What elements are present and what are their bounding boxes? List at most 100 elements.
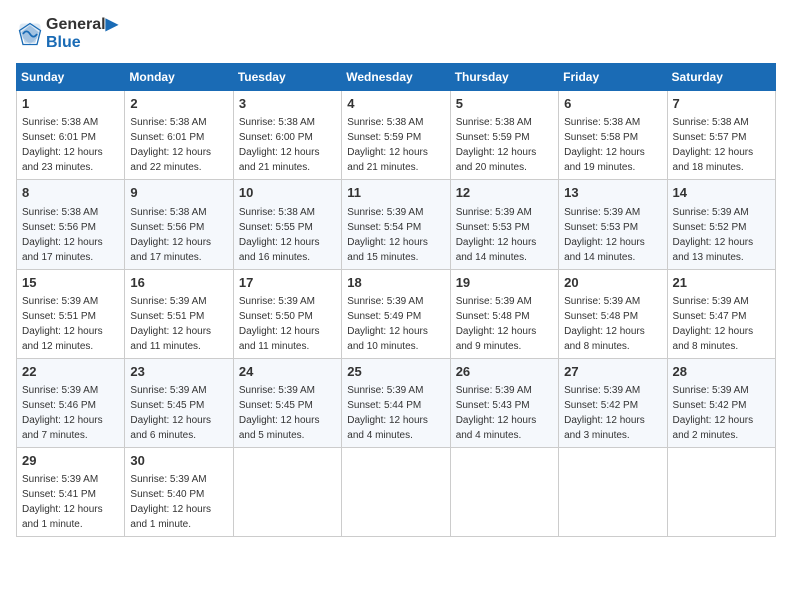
day-number: 25 <box>347 363 444 381</box>
calendar-cell: 30 Sunrise: 5:39 AMSunset: 5:40 PMDayligh… <box>125 447 233 536</box>
day-number: 19 <box>456 274 553 292</box>
calendar-cell: 21 Sunrise: 5:39 AMSunset: 5:47 PMDayligh… <box>667 269 775 358</box>
calendar-cell: 20 Sunrise: 5:39 AMSunset: 5:48 PMDayligh… <box>559 269 667 358</box>
calendar-cell <box>450 447 558 536</box>
day-number: 14 <box>673 184 770 202</box>
calendar-cell: 11Sunrise: 5:39 AMSunset: 5:54 PMDayligh… <box>342 180 450 269</box>
day-info: Sunrise: 5:39 AMSunset: 5:53 PMDaylight:… <box>456 205 553 265</box>
day-number: 21 <box>673 274 770 292</box>
logo-general: General <box>46 16 106 33</box>
calendar-cell: 23 Sunrise: 5:39 AMSunset: 5:45 PMDayligh… <box>125 358 233 447</box>
day-info: Sunrise: 5:39 AMSunset: 5:47 PMDaylight:… <box>673 294 770 354</box>
day-number: 28 <box>673 363 770 381</box>
day-info: Sunrise: 5:39 AMSunset: 5:44 PMDaylight:… <box>347 383 444 443</box>
day-number: 3 <box>239 95 336 113</box>
calendar-cell: 19 Sunrise: 5:39 AMSunset: 5:48 PMDayligh… <box>450 269 558 358</box>
header-saturday: Saturday <box>667 64 775 91</box>
calendar-week-3: 15 Sunrise: 5:39 AMSunset: 5:51 PMDayligh… <box>17 269 776 358</box>
calendar-week-1: 1Sunrise: 5:38 AMSunset: 6:01 PMDaylight… <box>17 91 776 180</box>
day-number: 10 <box>239 184 336 202</box>
day-number: 4 <box>347 95 444 113</box>
day-info: Sunrise: 5:38 AMSunset: 5:56 PMDaylight:… <box>130 205 227 265</box>
day-number: 17 <box>239 274 336 292</box>
day-number: 16 <box>130 274 227 292</box>
calendar-cell <box>233 447 341 536</box>
day-number: 6 <box>564 95 661 113</box>
day-info: Sunrise: 5:39 AMSunset: 5:53 PMDaylight:… <box>564 205 661 265</box>
header-monday: Monday <box>125 64 233 91</box>
day-number: 9 <box>130 184 227 202</box>
header-sunday: Sunday <box>17 64 125 91</box>
logo-icon <box>16 20 44 48</box>
calendar-cell: 24 Sunrise: 5:39 AMSunset: 5:45 PMDayligh… <box>233 358 341 447</box>
calendar-cell <box>342 447 450 536</box>
day-info: Sunrise: 5:39 AMSunset: 5:48 PMDaylight:… <box>564 294 661 354</box>
day-number: 2 <box>130 95 227 113</box>
calendar-cell: 10 Sunrise: 5:38 AMSunset: 5:55 PMDayligh… <box>233 180 341 269</box>
day-number: 22 <box>22 363 119 381</box>
calendar-cell: 12 Sunrise: 5:39 AMSunset: 5:53 PMDayligh… <box>450 180 558 269</box>
calendar-cell: 25 Sunrise: 5:39 AMSunset: 5:44 PMDayligh… <box>342 358 450 447</box>
calendar-cell: 4 Sunrise: 5:38 AMSunset: 5:59 PMDaylight… <box>342 91 450 180</box>
day-info: Sunrise: 5:38 AMSunset: 5:59 PMDaylight:… <box>347 115 444 175</box>
calendar-cell: 8Sunrise: 5:38 AMSunset: 5:56 PMDaylight… <box>17 180 125 269</box>
calendar-cell: 3Sunrise: 5:38 AMSunset: 6:00 PMDaylight… <box>233 91 341 180</box>
day-number: 26 <box>456 363 553 381</box>
day-number: 13 <box>564 184 661 202</box>
calendar-week-4: 22 Sunrise: 5:39 AMSunset: 5:46 PMDayligh… <box>17 358 776 447</box>
day-number: 18 <box>347 274 444 292</box>
day-info: Sunrise: 5:39 AMSunset: 5:40 PMDaylight:… <box>130 472 227 532</box>
header-friday: Friday <box>559 64 667 91</box>
calendar-table: SundayMondayTuesdayWednesdayThursdayFrid… <box>16 63 776 537</box>
day-number: 20 <box>564 274 661 292</box>
day-info: Sunrise: 5:39 AMSunset: 5:50 PMDaylight:… <box>239 294 336 354</box>
day-number: 30 <box>130 452 227 470</box>
day-number: 15 <box>22 274 119 292</box>
day-info: Sunrise: 5:38 AMSunset: 5:55 PMDaylight:… <box>239 205 336 265</box>
day-number: 23 <box>130 363 227 381</box>
day-info: Sunrise: 5:39 AMSunset: 5:45 PMDaylight:… <box>130 383 227 443</box>
day-number: 12 <box>456 184 553 202</box>
calendar-cell: 27 Sunrise: 5:39 AMSunset: 5:42 PMDayligh… <box>559 358 667 447</box>
day-info: Sunrise: 5:38 AMSunset: 5:56 PMDaylight:… <box>22 205 119 265</box>
day-info: Sunrise: 5:39 AMSunset: 5:42 PMDaylight:… <box>673 383 770 443</box>
day-info: Sunrise: 5:39 AMSunset: 5:42 PMDaylight:… <box>564 383 661 443</box>
calendar-body: 1Sunrise: 5:38 AMSunset: 6:01 PMDaylight… <box>17 91 776 537</box>
day-number: 27 <box>564 363 661 381</box>
logo-blue: ▶ <box>106 16 118 33</box>
day-info: Sunrise: 5:39 AMSunset: 5:46 PMDaylight:… <box>22 383 119 443</box>
header-tuesday: Tuesday <box>233 64 341 91</box>
calendar-cell: 1Sunrise: 5:38 AMSunset: 6:01 PMDaylight… <box>17 91 125 180</box>
calendar-cell: 5 Sunrise: 5:38 AMSunset: 5:59 PMDaylight… <box>450 91 558 180</box>
calendar-cell: 2Sunrise: 5:38 AMSunset: 6:01 PMDaylight… <box>125 91 233 180</box>
day-info: Sunrise: 5:39 AMSunset: 5:49 PMDaylight:… <box>347 294 444 354</box>
calendar-cell: 14 Sunrise: 5:39 AMSunset: 5:52 PMDayligh… <box>667 180 775 269</box>
day-info: Sunrise: 5:39 AMSunset: 5:51 PMDaylight:… <box>22 294 119 354</box>
calendar-cell: 7 Sunrise: 5:38 AMSunset: 5:57 PMDaylight… <box>667 91 775 180</box>
logo-blue-text: Blue <box>46 34 118 52</box>
day-info: Sunrise: 5:38 AMSunset: 5:57 PMDaylight:… <box>673 115 770 175</box>
day-number: 24 <box>239 363 336 381</box>
day-number: 7 <box>673 95 770 113</box>
calendar-cell: 18 Sunrise: 5:39 AMSunset: 5:49 PMDayligh… <box>342 269 450 358</box>
calendar-week-5: 29Sunrise: 5:39 AMSunset: 5:41 PMDayligh… <box>17 447 776 536</box>
calendar-cell: 9 Sunrise: 5:38 AMSunset: 5:56 PMDaylight… <box>125 180 233 269</box>
calendar-cell: 26 Sunrise: 5:39 AMSunset: 5:43 PMDayligh… <box>450 358 558 447</box>
day-info: Sunrise: 5:38 AMSunset: 6:01 PMDaylight:… <box>22 115 119 175</box>
day-info: Sunrise: 5:39 AMSunset: 5:45 PMDaylight:… <box>239 383 336 443</box>
calendar-cell: 6Sunrise: 5:38 AMSunset: 5:58 PMDaylight… <box>559 91 667 180</box>
calendar-cell: 22 Sunrise: 5:39 AMSunset: 5:46 PMDayligh… <box>17 358 125 447</box>
calendar-cell <box>667 447 775 536</box>
calendar-cell: 16 Sunrise: 5:39 AMSunset: 5:51 PMDayligh… <box>125 269 233 358</box>
day-number: 5 <box>456 95 553 113</box>
day-number: 11 <box>347 184 444 202</box>
calendar-cell <box>559 447 667 536</box>
calendar-week-2: 8Sunrise: 5:38 AMSunset: 5:56 PMDaylight… <box>17 180 776 269</box>
day-info: Sunrise: 5:39 AMSunset: 5:51 PMDaylight:… <box>130 294 227 354</box>
day-info: Sunrise: 5:38 AMSunset: 5:59 PMDaylight:… <box>456 115 553 175</box>
calendar-cell: 15 Sunrise: 5:39 AMSunset: 5:51 PMDayligh… <box>17 269 125 358</box>
day-info: Sunrise: 5:39 AMSunset: 5:41 PMDaylight:… <box>22 472 119 532</box>
day-info: Sunrise: 5:39 AMSunset: 5:52 PMDaylight:… <box>673 205 770 265</box>
day-info: Sunrise: 5:39 AMSunset: 5:48 PMDaylight:… <box>456 294 553 354</box>
day-info: Sunrise: 5:39 AMSunset: 5:43 PMDaylight:… <box>456 383 553 443</box>
